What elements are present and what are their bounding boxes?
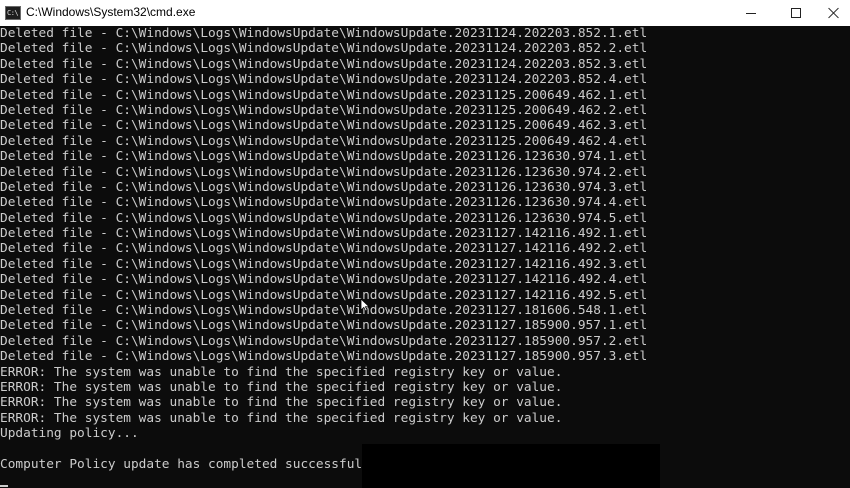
- console-line: Deleted file - C:\Windows\Logs\WindowsUp…: [0, 118, 648, 134]
- console-line: Deleted file - C:\Windows\Logs\WindowsUp…: [0, 318, 648, 334]
- console-output[interactable]: Deleted file - C:\Windows\Logs\WindowsUp…: [0, 26, 850, 488]
- console-line: Deleted file - C:\Windows\Logs\WindowsUp…: [0, 303, 648, 319]
- console-line: Deleted file - C:\Windows\Logs\WindowsUp…: [0, 164, 648, 180]
- console-line: Deleted file - C:\Windows\Logs\WindowsUp…: [0, 26, 648, 41]
- console-line: Deleted file - C:\Windows\Logs\WindowsUp…: [0, 287, 648, 303]
- error-line: ERROR: The system was unable to find the…: [0, 410, 563, 426]
- close-button[interactable]: [818, 0, 850, 26]
- console-line: Deleted file - C:\Windows\Logs\WindowsUp…: [0, 333, 648, 349]
- console-line: Deleted file - C:\Windows\Logs\WindowsUp…: [0, 210, 648, 226]
- console-line: Deleted file - C:\Windows\Logs\WindowsUp…: [0, 195, 648, 211]
- console-line: Deleted file - C:\Windows\Logs\WindowsUp…: [0, 256, 648, 272]
- console-line: Deleted file - C:\Windows\Logs\WindowsUp…: [0, 149, 648, 165]
- title-bar[interactable]: C:\ C:\Windows\System32\cmd.exe: [0, 0, 850, 26]
- minimize-button[interactable]: [728, 0, 774, 26]
- console-line: Deleted file - C:\Windows\Logs\WindowsUp…: [0, 87, 648, 103]
- error-line: ERROR: The system was unable to find the…: [0, 395, 563, 411]
- mouse-pointer-icon: [360, 298, 370, 312]
- console-line: Deleted file - C:\Windows\Logs\WindowsUp…: [0, 56, 648, 72]
- console-line: Deleted file - C:\Windows\Logs\WindowsUp…: [0, 72, 648, 88]
- command-prompt-icon: C:\: [5, 6, 21, 20]
- console-line: Deleted file - C:\Windows\Logs\WindowsUp…: [0, 133, 648, 149]
- console-line: Deleted file - C:\Windows\Logs\WindowsUp…: [0, 272, 648, 288]
- close-icon: [828, 7, 840, 19]
- error-line: ERROR: The system was unable to find the…: [0, 379, 563, 395]
- maximize-button[interactable]: [773, 0, 819, 26]
- window-title: C:\Windows\System32\cmd.exe: [26, 5, 196, 19]
- console-line: Deleted file - C:\Windows\Logs\WindowsUp…: [0, 41, 648, 57]
- status-line: Updating policy...: [0, 426, 139, 442]
- maximize-icon: [791, 8, 801, 18]
- console-line: Deleted file - C:\Windows\Logs\WindowsUp…: [0, 179, 648, 195]
- console-line: Deleted file - C:\Windows\Logs\WindowsUp…: [0, 241, 648, 257]
- app-icon-label: C:\: [7, 8, 19, 17]
- console-line: Deleted file - C:\Windows\Logs\WindowsUp…: [0, 226, 648, 242]
- redaction-box: [362, 444, 660, 488]
- text-cursor: [0, 485, 8, 487]
- console-lines: Deleted file - C:\Windows\Logs\WindowsUp…: [0, 26, 850, 472]
- console-line: Deleted file - C:\Windows\Logs\WindowsUp…: [0, 102, 648, 118]
- error-line: ERROR: The system was unable to find the…: [0, 364, 563, 380]
- console-line: Deleted file - C:\Windows\Logs\WindowsUp…: [0, 349, 648, 365]
- minimize-icon: [746, 12, 756, 14]
